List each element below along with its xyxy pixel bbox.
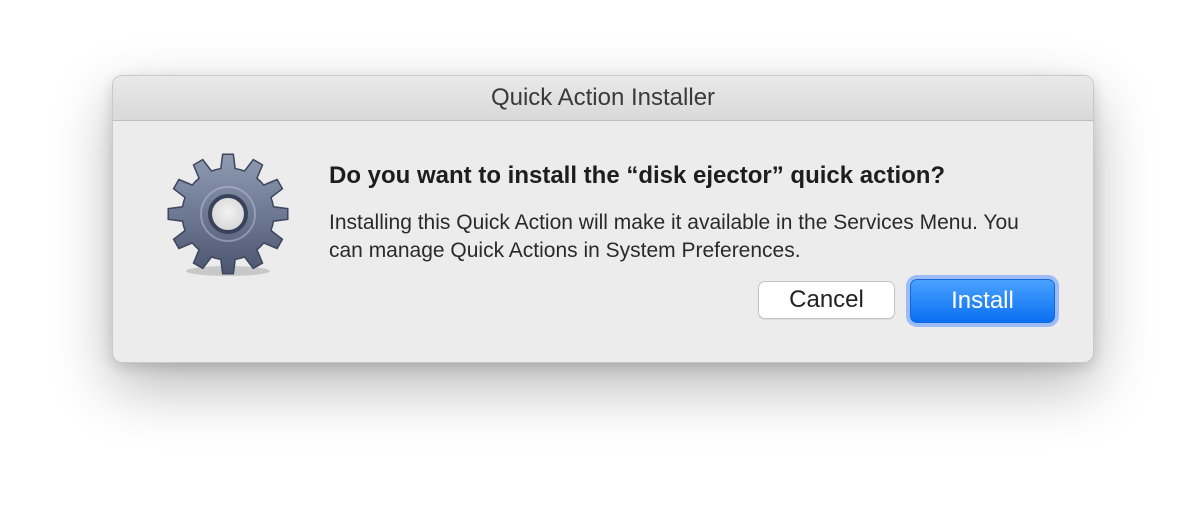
cancel-button[interactable]: Cancel: [758, 281, 895, 319]
screen: Quick Action Installer Do you want to in…: [0, 0, 1204, 510]
install-button[interactable]: Install: [910, 279, 1055, 323]
dialog-message: Installing this Quick Action will make i…: [329, 211, 1019, 262]
title-bar[interactable]: Quick Action Installer: [113, 76, 1093, 121]
dialog-window: Quick Action Installer Do you want to in…: [112, 75, 1094, 363]
gear-icon: [163, 151, 293, 281]
window-title: Quick Action Installer: [490, 84, 716, 111]
dialog-heading: Do you want to install the “disk ejector…: [329, 162, 946, 189]
dialog-content: Do you want to install the “disk ejector…: [113, 121, 1093, 362]
